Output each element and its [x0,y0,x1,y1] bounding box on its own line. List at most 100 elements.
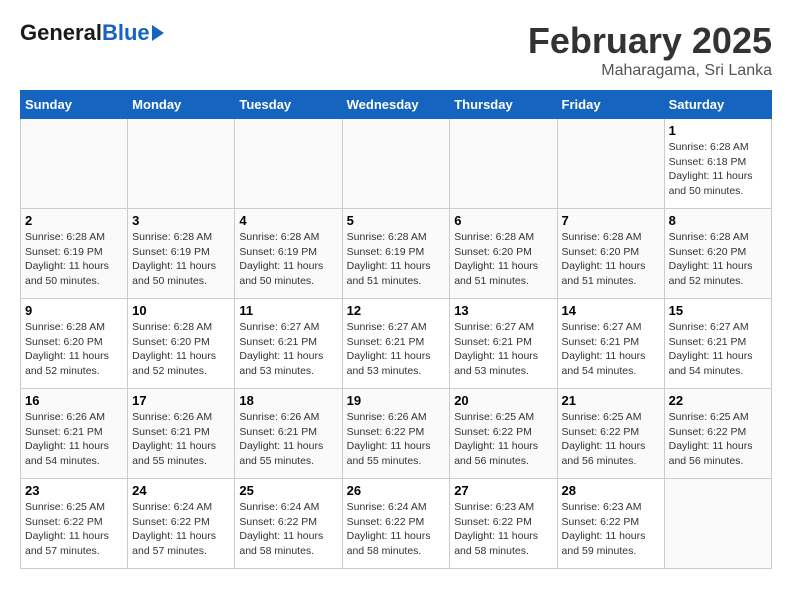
day-number: 21 [562,393,660,408]
calendar-cell: 26 Sunrise: 6:24 AM Sunset: 6:22 PM Dayli… [342,479,450,569]
calendar-cell: 20 Sunrise: 6:25 AM Sunset: 6:22 PM Dayli… [450,389,557,479]
week-row-1: 1 Sunrise: 6:28 AM Sunset: 6:18 PM Daylig… [21,119,772,209]
day-number: 10 [132,303,230,318]
day-number: 22 [669,393,767,408]
calendar-cell: 27Sunrise: 6:23 AM Sunset: 6:22 PM Dayli… [450,479,557,569]
calendar-cell [450,119,557,209]
day-info: Sunrise: 6:27 AM Sunset: 6:21 PM Dayligh… [454,320,552,379]
day-info: Sunrise: 6:26 AM Sunset: 6:21 PM Dayligh… [25,410,123,469]
day-number: 15 [669,303,767,318]
day-number: 26 [347,483,446,498]
day-info: Sunrise: 6:28 AM Sunset: 6:20 PM Dayligh… [454,230,552,289]
day-number: 3 [132,213,230,228]
day-number: 19 [347,393,446,408]
calendar-cell: 4 Sunrise: 6:28 AM Sunset: 6:19 PM Daylig… [235,209,342,299]
calendar-cell: 17 Sunrise: 6:26 AM Sunset: 6:21 PM Dayli… [128,389,235,479]
day-number: 7 [562,213,660,228]
day-number: 5 [347,213,446,228]
day-number: 27 [454,483,552,498]
header: GeneralBlue February 2025 Maharagama, Sr… [20,20,772,80]
day-header-thursday: Thursday [450,91,557,119]
calendar-cell: 6Sunrise: 6:28 AM Sunset: 6:20 PM Daylig… [450,209,557,299]
day-number: 12 [347,303,446,318]
day-number: 4 [239,213,337,228]
calendar-cell: 13Sunrise: 6:27 AM Sunset: 6:21 PM Dayli… [450,299,557,389]
day-header-friday: Friday [557,91,664,119]
location-title: Maharagama, Sri Lanka [528,62,772,80]
logo: GeneralBlue [20,20,164,46]
calendar-cell [342,119,450,209]
day-info: Sunrise: 6:27 AM Sunset: 6:21 PM Dayligh… [562,320,660,379]
day-info: Sunrise: 6:28 AM Sunset: 6:19 PM Dayligh… [239,230,337,289]
day-header-saturday: Saturday [664,91,771,119]
logo-arrow-icon [152,25,164,41]
day-info: Sunrise: 6:28 AM Sunset: 6:19 PM Dayligh… [347,230,446,289]
day-info: Sunrise: 6:27 AM Sunset: 6:21 PM Dayligh… [239,320,337,379]
day-number: 8 [669,213,767,228]
calendar-cell: 12 Sunrise: 6:27 AM Sunset: 6:21 PM Dayli… [342,299,450,389]
calendar-cell [235,119,342,209]
day-number: 20 [454,393,552,408]
title-area: February 2025 Maharagama, Sri Lanka [528,20,772,80]
calendar-cell: 14 Sunrise: 6:27 AM Sunset: 6:21 PM Dayli… [557,299,664,389]
day-info: Sunrise: 6:25 AM Sunset: 6:22 PM Dayligh… [562,410,660,469]
day-info: Sunrise: 6:25 AM Sunset: 6:22 PM Dayligh… [454,410,552,469]
calendar-cell [664,479,771,569]
day-info: Sunrise: 6:27 AM Sunset: 6:21 PM Dayligh… [347,320,446,379]
day-info: Sunrise: 6:28 AM Sunset: 6:19 PM Dayligh… [25,230,123,289]
calendar-cell: 15 Sunrise: 6:27 AM Sunset: 6:21 PM Dayli… [664,299,771,389]
day-number: 23 [25,483,123,498]
calendar-cell [128,119,235,209]
day-number: 1 [669,123,767,138]
calendar-cell [557,119,664,209]
day-number: 14 [562,303,660,318]
day-header-wednesday: Wednesday [342,91,450,119]
logo-general: GeneralBlue [20,20,150,46]
header-row: SundayMondayTuesdayWednesdayThursdayFrid… [21,91,772,119]
day-info: Sunrise: 6:28 AM Sunset: 6:18 PM Dayligh… [669,140,767,199]
day-number: 16 [25,393,123,408]
day-header-sunday: Sunday [21,91,128,119]
day-info: Sunrise: 6:23 AM Sunset: 6:22 PM Dayligh… [562,500,660,559]
calendar-cell: 24 Sunrise: 6:24 AM Sunset: 6:22 PM Dayli… [128,479,235,569]
day-number: 24 [132,483,230,498]
day-info: Sunrise: 6:28 AM Sunset: 6:20 PM Dayligh… [669,230,767,289]
calendar-cell: 23Sunrise: 6:25 AM Sunset: 6:22 PM Dayli… [21,479,128,569]
calendar-cell: 19 Sunrise: 6:26 AM Sunset: 6:22 PM Dayli… [342,389,450,479]
calendar-cell: 18 Sunrise: 6:26 AM Sunset: 6:21 PM Dayli… [235,389,342,479]
week-row-4: 16 Sunrise: 6:26 AM Sunset: 6:21 PM Dayli… [21,389,772,479]
day-info: Sunrise: 6:26 AM Sunset: 6:22 PM Dayligh… [347,410,446,469]
calendar-cell: 22 Sunrise: 6:25 AM Sunset: 6:22 PM Dayli… [664,389,771,479]
day-number: 9 [25,303,123,318]
calendar-cell: 25 Sunrise: 6:24 AM Sunset: 6:22 PM Dayli… [235,479,342,569]
day-info: Sunrise: 6:28 AM Sunset: 6:19 PM Dayligh… [132,230,230,289]
calendar-cell [21,119,128,209]
week-row-5: 23Sunrise: 6:25 AM Sunset: 6:22 PM Dayli… [21,479,772,569]
day-info: Sunrise: 6:26 AM Sunset: 6:21 PM Dayligh… [132,410,230,469]
day-number: 25 [239,483,337,498]
day-info: Sunrise: 6:26 AM Sunset: 6:21 PM Dayligh… [239,410,337,469]
day-info: Sunrise: 6:24 AM Sunset: 6:22 PM Dayligh… [132,500,230,559]
calendar-cell: 9Sunrise: 6:28 AM Sunset: 6:20 PM Daylig… [21,299,128,389]
month-title: February 2025 [528,20,772,62]
day-number: 11 [239,303,337,318]
day-info: Sunrise: 6:27 AM Sunset: 6:21 PM Dayligh… [669,320,767,379]
day-number: 2 [25,213,123,228]
day-number: 17 [132,393,230,408]
calendar-cell: 3 Sunrise: 6:28 AM Sunset: 6:19 PM Daylig… [128,209,235,299]
day-info: Sunrise: 6:24 AM Sunset: 6:22 PM Dayligh… [239,500,337,559]
day-info: Sunrise: 6:25 AM Sunset: 6:22 PM Dayligh… [669,410,767,469]
day-info: Sunrise: 6:24 AM Sunset: 6:22 PM Dayligh… [347,500,446,559]
calendar-cell: 21 Sunrise: 6:25 AM Sunset: 6:22 PM Dayli… [557,389,664,479]
day-number: 18 [239,393,337,408]
day-number: 28 [562,483,660,498]
day-info: Sunrise: 6:28 AM Sunset: 6:20 PM Dayligh… [562,230,660,289]
calendar-cell: 11 Sunrise: 6:27 AM Sunset: 6:21 PM Dayli… [235,299,342,389]
day-header-tuesday: Tuesday [235,91,342,119]
day-info: Sunrise: 6:28 AM Sunset: 6:20 PM Dayligh… [132,320,230,379]
calendar-cell: 16 Sunrise: 6:26 AM Sunset: 6:21 PM Dayli… [21,389,128,479]
calendar-cell: 2 Sunrise: 6:28 AM Sunset: 6:19 PM Daylig… [21,209,128,299]
calendar-cell: 10 Sunrise: 6:28 AM Sunset: 6:20 PM Dayli… [128,299,235,389]
logo-blue-text: Blue [102,20,150,45]
week-row-2: 2 Sunrise: 6:28 AM Sunset: 6:19 PM Daylig… [21,209,772,299]
